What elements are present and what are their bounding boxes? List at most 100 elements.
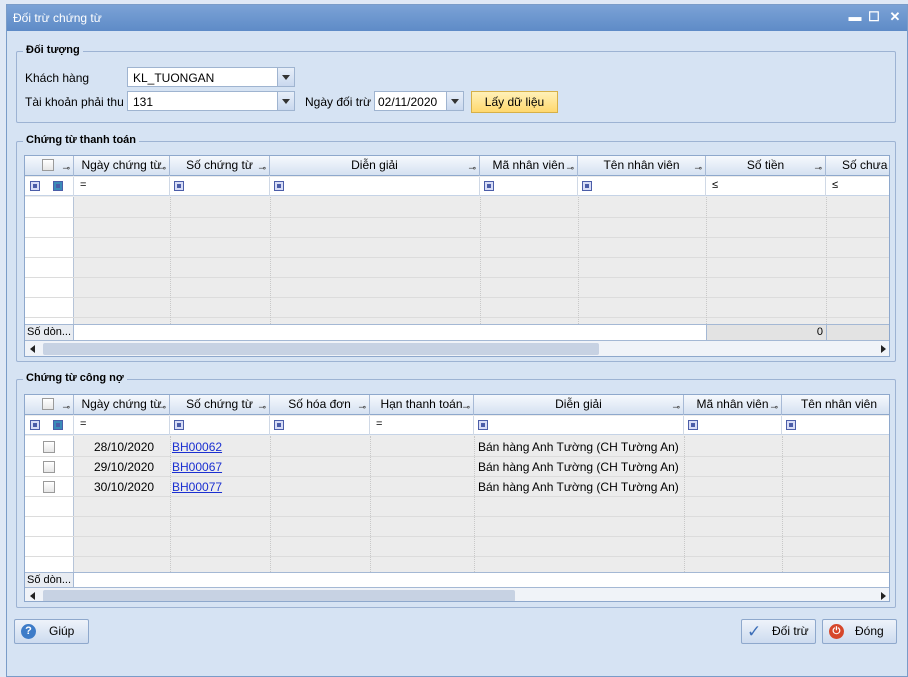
filter-icon[interactable] (274, 420, 284, 430)
filter-so-tien[interactable]: ≤ (706, 177, 826, 196)
row-line (25, 496, 889, 497)
col-ngay-chung-tu[interactable]: Ngày chứng từ ⊸ (74, 395, 170, 415)
filter-so-ct[interactable] (170, 416, 270, 435)
col-label: Mã nhân viên (696, 397, 769, 411)
doi-tuong-group: Đối tượng (16, 44, 896, 123)
filter-ten-nv[interactable] (578, 177, 706, 196)
col-ma-nhan-vien[interactable]: Mã nhân viên ⊸ (684, 395, 782, 415)
thanh-toan-grid[interactable]: ⊸ Ngày chứng từ ⊸ Số chứng từ ⊸ Diễn giải ⊸… (24, 155, 890, 357)
filter-ngay[interactable]: = (74, 177, 170, 196)
cell-ngay: 29/10/2020 (94, 460, 155, 474)
lay-du-lieu-button[interactable]: Lấy dữ liệu (471, 91, 558, 113)
col-label: Mã nhân viên (492, 158, 565, 172)
col-ma-nhan-vien[interactable]: Mã nhân viên ⊸ (480, 156, 578, 176)
col-ten-nhan-vien[interactable]: Tên nhân viên ⊸ (578, 156, 706, 176)
col-ngay-chung-tu[interactable]: Ngày chứng từ ⊸ (74, 156, 170, 176)
filter-icon[interactable] (582, 181, 592, 191)
cell-dien-giai: Bán hàng Anh Tường (CH Tường An) (478, 460, 679, 474)
scroll-left-icon[interactable] (30, 592, 35, 600)
filter-icon[interactable] (274, 181, 284, 191)
khach-hang-combo[interactable]: KL_TUONGAN (127, 67, 295, 87)
scroll-thumb[interactable] (43, 343, 599, 355)
col-so-chung-tu[interactable]: Số chứng từ ⊸ (170, 156, 270, 176)
row-checkbox[interactable] (43, 441, 55, 453)
footer-so-chua-total (826, 325, 889, 340)
chevron-down-icon[interactable] (277, 92, 294, 110)
scroll-thumb[interactable] (43, 590, 515, 601)
filter-dien-giai[interactable] (270, 177, 480, 196)
scroll-right-icon[interactable] (881, 592, 886, 600)
filter-icon[interactable] (30, 181, 40, 191)
col-han-thanh-toan[interactable]: Hạn thanh toán ⊸ (370, 395, 474, 415)
giup-button[interactable]: ? Giúp (14, 619, 89, 644)
filter-so-hd[interactable] (270, 416, 370, 435)
filter-ma-nv[interactable] (480, 177, 578, 196)
col-so-hoa-don[interactable]: Số hóa đơn ⊸ (270, 395, 370, 415)
filter-ngay[interactable]: = (74, 416, 170, 435)
row-checkbox[interactable] (43, 461, 55, 473)
filter-icon[interactable] (688, 420, 698, 430)
col-ten-nhan-vien[interactable]: Tên nhân viên (782, 395, 889, 415)
filter-ten-nv[interactable] (782, 416, 889, 435)
tai-khoan-label: Tài khoản phải thu (25, 95, 124, 109)
cong-no-grid[interactable]: ⊸ Ngày chứng từ ⊸ Số chứng từ ⊸ Số hóa đơn… (24, 394, 890, 602)
cell-ngay: 30/10/2020 (94, 480, 155, 494)
filter-icon[interactable] (174, 181, 184, 191)
col-line (782, 436, 783, 572)
col-so-chung-tu[interactable]: Số chứng từ ⊸ (170, 395, 270, 415)
filter-op: = (80, 418, 87, 430)
row-line (25, 257, 889, 258)
pin-icon: ⊸ (258, 163, 266, 173)
pin-icon: ⊸ (672, 402, 680, 412)
chevron-down-icon[interactable] (446, 92, 463, 110)
row-line (25, 556, 889, 557)
col-so-tien[interactable]: Số tiền ⊸ (706, 156, 826, 176)
col-line (370, 436, 371, 572)
pin-icon: ⊸ (62, 163, 70, 173)
filter-icon[interactable] (478, 420, 488, 430)
filter-column-icon[interactable] (53, 181, 63, 191)
select-all-checkbox[interactable] (42, 398, 54, 410)
scroll-right-icon[interactable] (881, 345, 886, 353)
filter-select-cell[interactable] (25, 416, 74, 435)
filter-select-cell[interactable] (25, 177, 74, 196)
select-all-checkbox[interactable] (42, 159, 54, 171)
filter-column-icon[interactable] (53, 420, 63, 430)
dong-button[interactable]: ⏻ Đóng (822, 619, 897, 644)
maximize-icon[interactable]: ☐ (865, 8, 883, 26)
filter-icon[interactable] (174, 420, 184, 430)
filter-icon[interactable] (786, 420, 796, 430)
filter-op: = (376, 418, 383, 430)
window-title: Đối trừ chứng từ (13, 11, 102, 25)
filter-dien-giai[interactable] (474, 416, 684, 435)
col-so-chua-doi-tru[interactable]: Số chưa đ (826, 156, 889, 176)
filter-op: ≤ (832, 179, 839, 191)
minimize-icon[interactable]: ▬ (846, 8, 864, 26)
scroll-left-icon[interactable] (30, 345, 35, 353)
filter-han-tt[interactable]: = (370, 416, 474, 435)
horizontal-scrollbar[interactable] (25, 587, 889, 601)
doi-tru-button[interactable]: ✓ Đối trừ (741, 619, 816, 644)
col-dien-giai[interactable]: Diễn giải ⊸ (474, 395, 684, 415)
cell-so-ct-link[interactable]: BH00077 (172, 480, 222, 494)
ngay-doi-tru-picker[interactable]: 02/11/2020 (374, 91, 464, 111)
pin-icon: ⊸ (770, 402, 778, 412)
pin-icon: ⊸ (158, 402, 166, 412)
tai-khoan-combo[interactable]: 131 (127, 91, 295, 111)
filter-icon[interactable] (484, 181, 494, 191)
giup-label: Giúp (49, 624, 75, 638)
filter-so-chua[interactable]: ≤ (826, 177, 889, 196)
close-icon[interactable]: ✕ (886, 8, 904, 26)
col-dien-giai[interactable]: Diễn giải ⊸ (270, 156, 480, 176)
filter-ma-nv[interactable] (684, 416, 782, 435)
pin-icon: ⊸ (814, 163, 822, 173)
filter-icon[interactable] (30, 420, 40, 430)
row-line (25, 456, 889, 457)
filter-so-ct[interactable] (170, 177, 270, 196)
row-checkbox[interactable] (43, 481, 55, 493)
chevron-down-icon[interactable] (277, 68, 294, 86)
cell-so-ct-link[interactable]: BH00067 (172, 460, 222, 474)
col-label: Diễn giải (351, 158, 398, 172)
horizontal-scrollbar[interactable] (25, 340, 889, 356)
cell-so-ct-link[interactable]: BH00062 (172, 440, 222, 454)
